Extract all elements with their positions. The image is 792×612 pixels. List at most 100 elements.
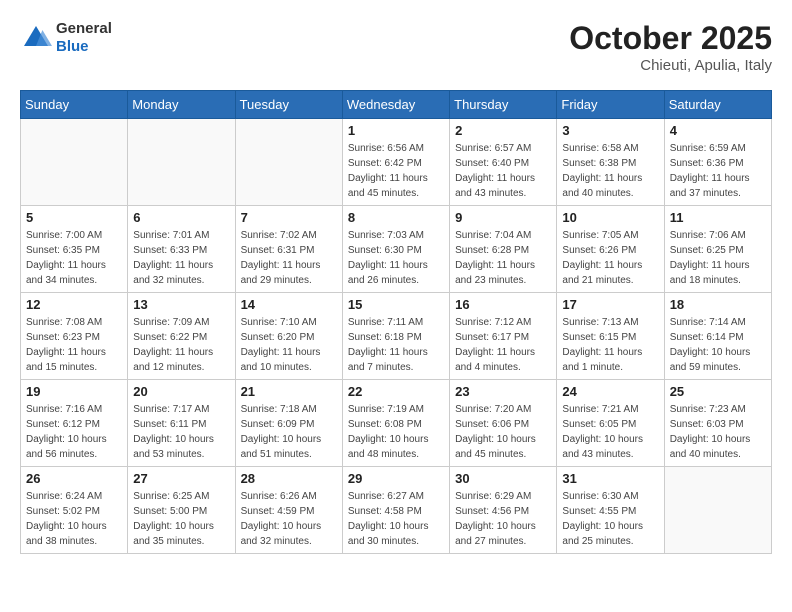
day-number: 15 (348, 297, 444, 312)
day-number: 17 (562, 297, 658, 312)
calendar-cell: 8Sunrise: 7:03 AM Sunset: 6:30 PM Daylig… (342, 206, 449, 293)
day-info: Sunrise: 7:23 AM Sunset: 6:03 PM Dayligh… (670, 402, 766, 462)
calendar-week-2: 5Sunrise: 7:00 AM Sunset: 6:35 PM Daylig… (21, 206, 772, 293)
month-year-title: October 2025 (569, 20, 772, 57)
logo-icon (20, 22, 52, 54)
calendar-cell: 29Sunrise: 6:27 AM Sunset: 4:58 PM Dayli… (342, 467, 449, 554)
day-number: 14 (241, 297, 337, 312)
calendar-week-1: 1 Sunrise: 6:56 AM Sunset: 6:42 PM Daylig… (21, 119, 772, 206)
calendar-cell (128, 119, 235, 206)
day-info: Sunrise: 6:58 AM Sunset: 6:38 PM Dayligh… (562, 141, 658, 201)
day-number: 13 (133, 297, 229, 312)
calendar-cell: 3 Sunrise: 6:58 AM Sunset: 6:38 PM Daylig… (557, 119, 664, 206)
calendar-cell (235, 119, 342, 206)
day-number: 25 (670, 384, 766, 399)
calendar-cell: 5Sunrise: 7:00 AM Sunset: 6:35 PM Daylig… (21, 206, 128, 293)
calendar-cell: 18Sunrise: 7:14 AM Sunset: 6:14 PM Dayli… (664, 293, 771, 380)
weekday-header-saturday: Saturday (664, 91, 771, 119)
day-info: Sunrise: 7:20 AM Sunset: 6:06 PM Dayligh… (455, 402, 551, 462)
day-number: 27 (133, 471, 229, 486)
calendar-cell: 23 Sunrise: 7:20 AM Sunset: 6:06 PM Dayli… (450, 380, 557, 467)
day-info: Sunrise: 7:06 AM Sunset: 6:25 PM Dayligh… (670, 228, 766, 288)
calendar-cell: 21Sunrise: 7:18 AM Sunset: 6:09 PM Dayli… (235, 380, 342, 467)
day-info: Sunrise: 6:29 AM Sunset: 4:56 PM Dayligh… (455, 489, 551, 549)
calendar-week-5: 26 Sunrise: 6:24 AM Sunset: 5:02 PM Dayli… (21, 467, 772, 554)
day-info: Sunrise: 7:09 AM Sunset: 6:22 PM Dayligh… (133, 315, 229, 375)
day-info: Sunrise: 6:30 AM Sunset: 4:55 PM Dayligh… (562, 489, 658, 549)
calendar-cell: 17 Sunrise: 7:13 AM Sunset: 6:15 PM Dayli… (557, 293, 664, 380)
day-info: Sunrise: 7:21 AM Sunset: 6:05 PM Dayligh… (562, 402, 658, 462)
calendar-cell: 16 Sunrise: 7:12 AM Sunset: 6:17 PM Dayli… (450, 293, 557, 380)
weekday-header-tuesday: Tuesday (235, 91, 342, 119)
day-number: 20 (133, 384, 229, 399)
day-info: Sunrise: 7:17 AM Sunset: 6:11 PM Dayligh… (133, 402, 229, 462)
calendar-cell: 20 Sunrise: 7:17 AM Sunset: 6:11 PM Dayli… (128, 380, 235, 467)
calendar-cell: 26 Sunrise: 6:24 AM Sunset: 5:02 PM Dayli… (21, 467, 128, 554)
weekday-header-row: SundayMondayTuesdayWednesdayThursdayFrid… (21, 91, 772, 119)
day-info: Sunrise: 7:12 AM Sunset: 6:17 PM Dayligh… (455, 315, 551, 375)
calendar-cell: 24 Sunrise: 7:21 AM Sunset: 6:05 PM Dayli… (557, 380, 664, 467)
day-info: Sunrise: 7:10 AM Sunset: 6:20 PM Dayligh… (241, 315, 337, 375)
day-info: Sunrise: 7:13 AM Sunset: 6:15 PM Dayligh… (562, 315, 658, 375)
day-info: Sunrise: 6:59 AM Sunset: 6:36 PM Dayligh… (670, 141, 766, 201)
calendar-cell: 27 Sunrise: 6:25 AM Sunset: 5:00 PM Dayli… (128, 467, 235, 554)
calendar-cell: 25 Sunrise: 7:23 AM Sunset: 6:03 PM Dayli… (664, 380, 771, 467)
day-info: Sunrise: 7:08 AM Sunset: 6:23 PM Dayligh… (26, 315, 122, 375)
weekday-header-wednesday: Wednesday (342, 91, 449, 119)
day-number: 21 (241, 384, 337, 399)
calendar-cell: 9 Sunrise: 7:04 AM Sunset: 6:28 PM Daylig… (450, 206, 557, 293)
logo-blue-text: Blue (56, 38, 112, 56)
day-number: 28 (241, 471, 337, 486)
day-info: Sunrise: 6:57 AM Sunset: 6:40 PM Dayligh… (455, 141, 551, 201)
day-number: 4 (670, 123, 766, 138)
day-number: 10 (562, 210, 658, 225)
day-info: Sunrise: 6:56 AM Sunset: 6:42 PM Dayligh… (348, 141, 444, 201)
logo-general-text: General (56, 20, 112, 38)
weekday-header-thursday: Thursday (450, 91, 557, 119)
calendar-cell: 14 Sunrise: 7:10 AM Sunset: 6:20 PM Dayli… (235, 293, 342, 380)
calendar-cell: 15Sunrise: 7:11 AM Sunset: 6:18 PM Dayli… (342, 293, 449, 380)
calendar-cell: 13 Sunrise: 7:09 AM Sunset: 6:22 PM Dayli… (128, 293, 235, 380)
calendar-cell: 31 Sunrise: 6:30 AM Sunset: 4:55 PM Dayli… (557, 467, 664, 554)
day-number: 30 (455, 471, 551, 486)
day-number: 1 (348, 123, 444, 138)
day-info: Sunrise: 6:26 AM Sunset: 4:59 PM Dayligh… (241, 489, 337, 549)
day-info: Sunrise: 7:03 AM Sunset: 6:30 PM Dayligh… (348, 228, 444, 288)
day-info: Sunrise: 6:25 AM Sunset: 5:00 PM Dayligh… (133, 489, 229, 549)
day-number: 7 (241, 210, 337, 225)
day-number: 9 (455, 210, 551, 225)
calendar-cell: 28 Sunrise: 6:26 AM Sunset: 4:59 PM Dayli… (235, 467, 342, 554)
day-number: 18 (670, 297, 766, 312)
calendar-cell: 4 Sunrise: 6:59 AM Sunset: 6:36 PM Daylig… (664, 119, 771, 206)
day-number: 12 (26, 297, 122, 312)
day-number: 16 (455, 297, 551, 312)
day-number: 26 (26, 471, 122, 486)
day-number: 22 (348, 384, 444, 399)
day-info: Sunrise: 6:24 AM Sunset: 5:02 PM Dayligh… (26, 489, 122, 549)
calendar-week-4: 19Sunrise: 7:16 AM Sunset: 6:12 PM Dayli… (21, 380, 772, 467)
page-header: General Blue October 2025 Chieuti, Apuli… (20, 20, 772, 74)
day-info: Sunrise: 7:04 AM Sunset: 6:28 PM Dayligh… (455, 228, 551, 288)
day-number: 31 (562, 471, 658, 486)
day-number: 23 (455, 384, 551, 399)
calendar-cell: 22 Sunrise: 7:19 AM Sunset: 6:08 PM Dayli… (342, 380, 449, 467)
calendar-table: SundayMondayTuesdayWednesdayThursdayFrid… (20, 90, 772, 554)
day-number: 24 (562, 384, 658, 399)
day-info: Sunrise: 7:00 AM Sunset: 6:35 PM Dayligh… (26, 228, 122, 288)
weekday-header-friday: Friday (557, 91, 664, 119)
calendar-cell: 19Sunrise: 7:16 AM Sunset: 6:12 PM Dayli… (21, 380, 128, 467)
calendar-cell: 10Sunrise: 7:05 AM Sunset: 6:26 PM Dayli… (557, 206, 664, 293)
logo-text: General Blue (56, 20, 112, 56)
day-number: 6 (133, 210, 229, 225)
day-info: Sunrise: 7:16 AM Sunset: 6:12 PM Dayligh… (26, 402, 122, 462)
day-number: 2 (455, 123, 551, 138)
day-info: Sunrise: 6:27 AM Sunset: 4:58 PM Dayligh… (348, 489, 444, 549)
calendar-cell: 30 Sunrise: 6:29 AM Sunset: 4:56 PM Dayli… (450, 467, 557, 554)
day-number: 3 (562, 123, 658, 138)
calendar-cell (664, 467, 771, 554)
day-info: Sunrise: 7:01 AM Sunset: 6:33 PM Dayligh… (133, 228, 229, 288)
location-subtitle: Chieuti, Apulia, Italy (569, 57, 772, 74)
calendar-cell: 1 Sunrise: 6:56 AM Sunset: 6:42 PM Daylig… (342, 119, 449, 206)
day-info: Sunrise: 7:19 AM Sunset: 6:08 PM Dayligh… (348, 402, 444, 462)
calendar-cell: 7Sunrise: 7:02 AM Sunset: 6:31 PM Daylig… (235, 206, 342, 293)
